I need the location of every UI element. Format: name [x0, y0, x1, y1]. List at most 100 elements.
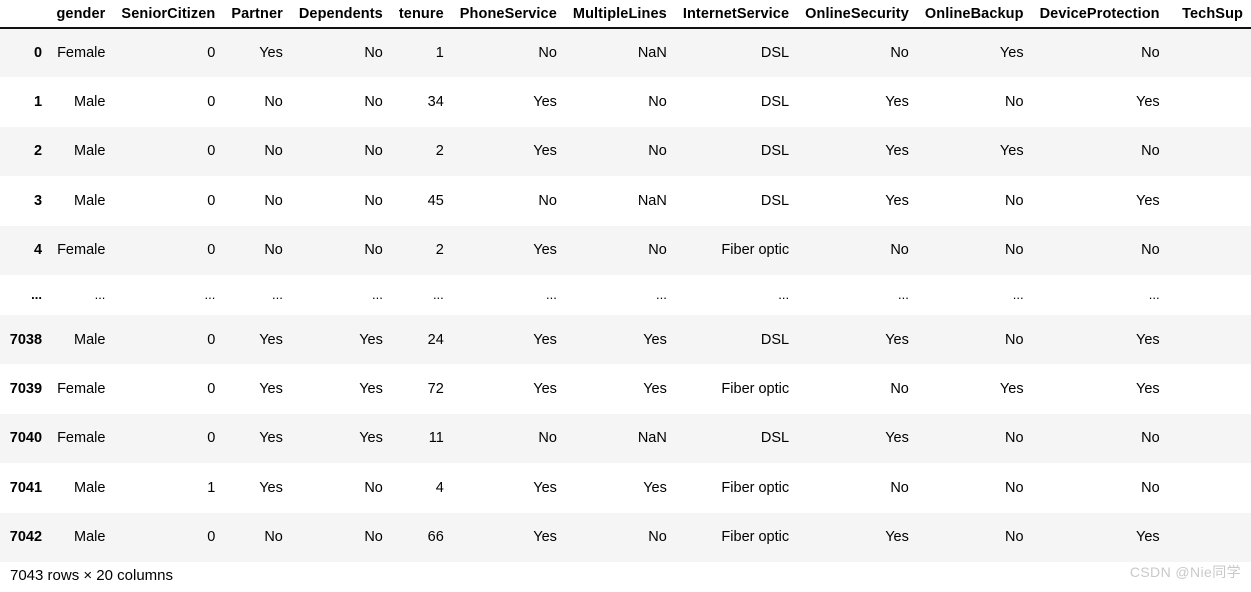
cell-techsupport [1167, 314, 1251, 365]
table-row[interactable]: 4 Female 0 No No 2 Yes No Fiber optic No… [0, 225, 1251, 275]
cell-gender: Female [48, 364, 114, 414]
cell-tenure: 11 [390, 413, 452, 464]
column-header-dependents[interactable]: Dependents [290, 0, 391, 28]
column-header-gender[interactable]: gender [48, 0, 114, 28]
column-header-multiplelines[interactable]: MultipleLines [564, 0, 675, 28]
cell-internetservice: Fiber optic [674, 463, 798, 513]
cell-gender: Male [48, 463, 114, 513]
cell-seniorcitizen: 0 [113, 314, 224, 365]
table-row[interactable]: 7038 Male 0 Yes Yes 24 Yes Yes DSL Yes N… [0, 314, 1251, 365]
row-index: 7040 [0, 413, 49, 464]
cell-seniorcitizen: 0 [113, 126, 224, 177]
cell-onlinesecurity: Yes [797, 512, 917, 562]
header-row: gender SeniorCitizen Partner Dependents … [0, 0, 1251, 28]
cell-deviceprotection-ellipsis: ... [1031, 274, 1168, 315]
cell-tenure: 2 [390, 225, 452, 275]
cell-gender: Female [48, 28, 114, 78]
row-index: 7039 [0, 364, 49, 414]
cell-multiplelines: NaN [564, 176, 675, 226]
cell-onlinesecurity: No [797, 225, 917, 275]
table-row[interactable]: 7041 Male 1 Yes No 4 Yes Yes Fiber optic… [0, 463, 1251, 513]
cell-phoneservice: Yes [451, 364, 565, 414]
cell-dependents: No [290, 176, 391, 226]
cell-partner-ellipsis: ... [223, 274, 291, 315]
cell-internetservice: DSL [674, 77, 798, 127]
cell-seniorcitizen: 0 [113, 28, 224, 78]
cell-seniorcitizen: 0 [113, 225, 224, 275]
cell-deviceprotection: No [1031, 225, 1168, 275]
row-index: 0 [0, 28, 49, 78]
cell-partner: No [223, 512, 291, 562]
cell-internetservice: DSL [674, 28, 798, 78]
cell-deviceprotection: Yes [1031, 512, 1168, 562]
table-row[interactable]: 7039 Female 0 Yes Yes 72 Yes Yes Fiber o… [0, 364, 1251, 414]
cell-partner: Yes [223, 314, 291, 365]
row-index: 4 [0, 225, 49, 275]
column-header-techsupport[interactable]: TechSup [1167, 0, 1251, 28]
cell-onlinebackup: Yes [916, 364, 1032, 414]
cell-onlinesecurity: No [797, 463, 917, 513]
cell-techsupport-ellipsis [1167, 274, 1251, 315]
cell-partner: Yes [223, 28, 291, 78]
cell-onlinebackup: No [916, 413, 1032, 464]
cell-onlinesecurity: Yes [797, 314, 917, 365]
cell-onlinebackup: Yes [916, 126, 1032, 177]
cell-tenure: 24 [390, 314, 452, 365]
cell-phoneservice: No [451, 413, 565, 464]
cell-phoneservice: Yes [451, 463, 565, 513]
cell-dependents: No [290, 77, 391, 127]
cell-partner: No [223, 225, 291, 275]
table-row-ellipsis: ... ... ... ... ... ... ... ... ... ... … [0, 274, 1251, 315]
column-header-phoneservice[interactable]: PhoneService [451, 0, 565, 28]
column-header-deviceprotection[interactable]: DeviceProtection [1031, 0, 1168, 28]
column-header-onlinesecurity[interactable]: OnlineSecurity [797, 0, 917, 28]
cell-tenure: 4 [390, 463, 452, 513]
cell-onlinebackup: No [916, 314, 1032, 365]
cell-dependents: Yes [290, 413, 391, 464]
cell-onlinesecurity: No [797, 28, 917, 78]
cell-internetservice: DSL [674, 413, 798, 464]
cell-tenure: 72 [390, 364, 452, 414]
cell-gender-ellipsis: ... [48, 274, 114, 315]
table-row[interactable]: 7040 Female 0 Yes Yes 11 No NaN DSL Yes … [0, 413, 1251, 464]
dataframe-scroll-area[interactable]: gender SeniorCitizen Partner Dependents … [0, 0, 1251, 562]
cell-tenure: 2 [390, 126, 452, 177]
cell-techsupport [1167, 413, 1251, 464]
table-row[interactable]: 7042 Male 0 No No 66 Yes No Fiber optic … [0, 512, 1251, 562]
cell-seniorcitizen: 0 [113, 413, 224, 464]
cell-internetservice: DSL [674, 126, 798, 177]
cell-partner: No [223, 176, 291, 226]
cell-internetservice: DSL [674, 176, 798, 226]
cell-phoneservice: Yes [451, 225, 565, 275]
cell-internetservice: Fiber optic [674, 225, 798, 275]
column-header-internetservice[interactable]: InternetService [674, 0, 798, 28]
cell-multiplelines: No [564, 225, 675, 275]
cell-dependents: Yes [290, 314, 391, 365]
cell-onlinebackup: No [916, 463, 1032, 513]
column-header-index [0, 0, 49, 28]
cell-techsupport [1167, 176, 1251, 226]
cell-internetservice: Fiber optic [674, 364, 798, 414]
cell-phoneservice: Yes [451, 512, 565, 562]
table-header: gender SeniorCitizen Partner Dependents … [0, 0, 1251, 28]
cell-phoneservice: Yes [451, 126, 565, 177]
cell-tenure: 45 [390, 176, 452, 226]
column-header-partner[interactable]: Partner [223, 0, 291, 28]
cell-deviceprotection: No [1031, 413, 1168, 464]
column-header-seniorcitizen[interactable]: SeniorCitizen [113, 0, 224, 28]
cell-multiplelines: Yes [564, 364, 675, 414]
cell-internetservice: DSL [674, 314, 798, 365]
cell-multiplelines: No [564, 126, 675, 177]
table-row[interactable]: 3 Male 0 No No 45 No NaN DSL Yes No Yes [0, 176, 1251, 226]
cell-multiplelines: NaN [564, 413, 675, 464]
table-row[interactable]: 1 Male 0 No No 34 Yes No DSL Yes No Yes [0, 77, 1251, 127]
column-header-onlinebackup[interactable]: OnlineBackup [916, 0, 1032, 28]
cell-onlinesecurity: Yes [797, 413, 917, 464]
table-row[interactable]: 2 Male 0 No No 2 Yes No DSL Yes Yes No [0, 126, 1251, 177]
table-row[interactable]: 0 Female 0 Yes No 1 No NaN DSL No Yes No [0, 28, 1251, 78]
cell-dependents: No [290, 225, 391, 275]
cell-onlinebackup-ellipsis: ... [916, 274, 1032, 315]
cell-dependents: No [290, 126, 391, 177]
cell-seniorcitizen: 0 [113, 364, 224, 414]
column-header-tenure[interactable]: tenure [390, 0, 452, 28]
